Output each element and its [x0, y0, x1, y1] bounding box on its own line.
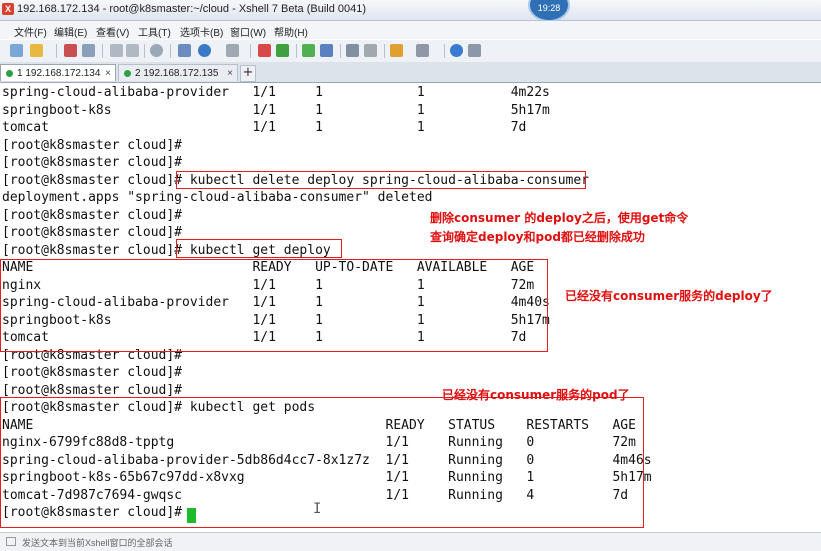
terminal-line: [root@k8smaster cloud]#	[2, 207, 183, 223]
annotation-note-1-line-2: 查询确定deploy和pod都已经删除成功	[430, 230, 645, 244]
send-text-icon[interactable]	[6, 537, 16, 546]
highlight-get-deploy-command	[176, 239, 342, 258]
menu-view[interactable]: 查看(V)	[96, 24, 129, 39]
terminal-line: [root@k8smaster cloud]#	[2, 155, 183, 170]
terminal-line: [root@k8smaster cloud]#	[2, 137, 183, 153]
pen-icon[interactable]	[364, 44, 377, 57]
annotation-note-2: 已经没有consumer服务的deploy了	[565, 289, 773, 303]
menu-tabs[interactable]: 选项卡(B)	[180, 24, 223, 39]
menu-file[interactable]: 文件(F)	[14, 24, 47, 39]
status-bar: 发送文本到当前Xshell窗口的全部会话	[0, 532, 821, 551]
terminal-output[interactable]: spring-cloud-alibaba-provider 1/1 1 1 4m…	[0, 83, 821, 532]
help-icon[interactable]	[450, 44, 463, 57]
tab-session-2-label: 2 192.168.172.135	[135, 68, 219, 79]
new-session-icon[interactable]	[10, 44, 23, 57]
xshell-app-icon[interactable]: X	[2, 3, 14, 15]
terminal-line: spring-cloud-alibaba-provider 1/1 1 1 4m…	[2, 85, 550, 100]
close-icon[interactable]: ×	[227, 65, 233, 82]
annotation-note-3: 已经没有consumer服务的pod了	[442, 388, 630, 402]
terminal-line: springboot-k8s 1/1 1 1 5h17m	[2, 102, 550, 118]
copy-icon[interactable]	[110, 44, 123, 57]
tab-session-1[interactable]: 1 192.168.172.134 ×	[0, 64, 116, 81]
menu-help[interactable]: 帮助(H)	[274, 24, 308, 39]
open-folder-icon[interactable]	[30, 44, 43, 57]
menu-tools[interactable]: 工具(T)	[138, 24, 171, 39]
close-icon[interactable]: ×	[105, 65, 111, 82]
connected-status-icon	[6, 70, 13, 77]
toolbar	[0, 39, 821, 63]
highlight-pods-table	[0, 397, 644, 528]
font-icon[interactable]	[226, 44, 239, 57]
terminal-line: [root@k8smaster cloud]#	[2, 365, 183, 380]
paste-icon[interactable]	[126, 44, 139, 57]
tab-session-1-label: 1 192.168.172.134	[17, 68, 101, 79]
keyboard-icon[interactable]	[346, 44, 359, 57]
connected-status-icon	[124, 70, 131, 77]
tab-session-2[interactable]: 2 192.168.172.135 ×	[118, 64, 238, 81]
script-icon[interactable]	[276, 44, 289, 57]
title-bar: X 192.168.172.134 - root@k8smaster:~/clo…	[0, 0, 821, 22]
compose-bar-placeholder[interactable]: 发送文本到当前Xshell窗口的全部会话	[22, 536, 173, 549]
menu-edit[interactable]: 编辑(E)	[54, 24, 87, 39]
clock-widget: 19:28	[528, 0, 570, 22]
terminal-line: deployment.apps "spring-cloud-alibaba-co…	[2, 190, 433, 205]
terminal-line: tomcat 1/1 1 1 7d	[2, 120, 527, 135]
new-tab-button[interactable]: +	[240, 65, 256, 82]
menu-bar: 文件(F) 编辑(E) 查看(V) 工具(T) 选项卡(B) 窗口(W) 帮助(…	[0, 21, 821, 39]
connect-icon[interactable]	[64, 44, 77, 57]
terminal-line: [root@k8smaster cloud]#	[2, 382, 183, 398]
layout-icon[interactable]	[416, 44, 429, 57]
fullscreen-icon[interactable]	[302, 44, 315, 57]
options-icon[interactable]	[390, 44, 403, 57]
globe-icon[interactable]	[198, 44, 211, 57]
disconnect-icon[interactable]	[82, 44, 95, 57]
xftp-icon[interactable]	[258, 44, 271, 57]
terminal-line: [root@k8smaster cloud]#	[2, 225, 183, 240]
highlight-delete-command	[176, 171, 586, 189]
chat-icon[interactable]	[468, 44, 481, 57]
properties-icon[interactable]	[178, 44, 191, 57]
menu-window[interactable]: 窗口(W)	[230, 24, 266, 39]
search-icon[interactable]	[150, 44, 163, 57]
window-title: 192.168.172.134 - root@k8smaster:~/cloud…	[17, 3, 367, 15]
session-tab-bar: 1 192.168.172.134 × 2 192.168.172.135 × …	[0, 62, 821, 83]
lock-icon[interactable]	[320, 44, 333, 57]
highlight-deploy-table	[0, 259, 548, 352]
annotation-note-1-line-1: 删除consumer 的deploy之后，使用get命令	[430, 211, 689, 225]
